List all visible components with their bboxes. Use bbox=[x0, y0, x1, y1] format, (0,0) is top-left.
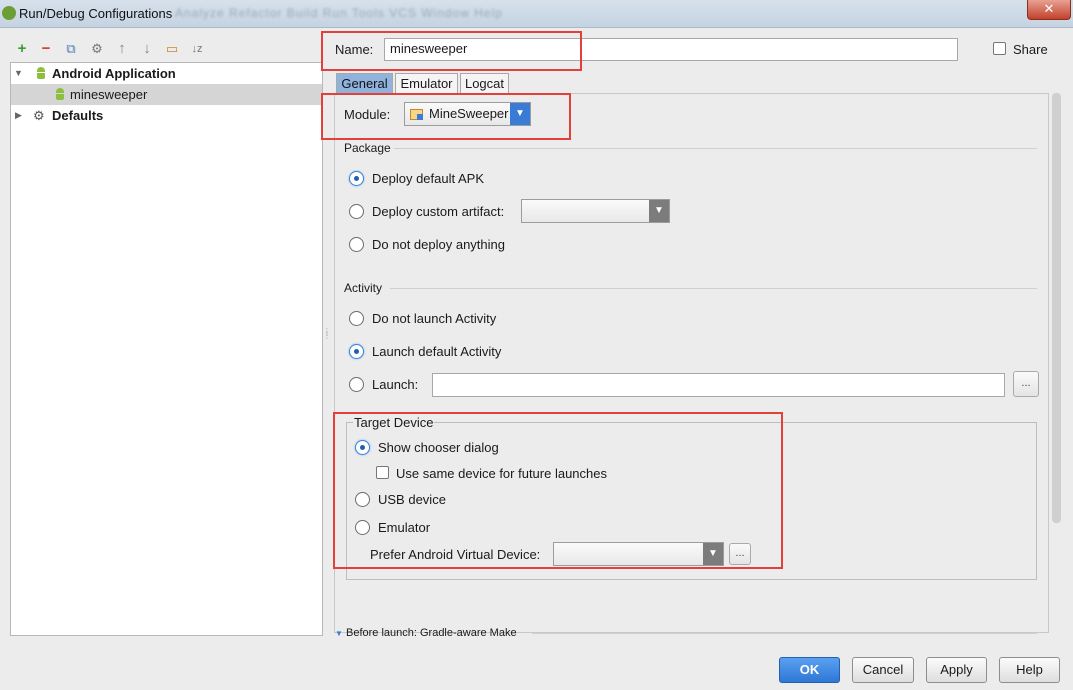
highlight-box-target-device bbox=[333, 412, 783, 569]
deploy-default-apk-radio[interactable] bbox=[349, 171, 364, 186]
artifact-dropdown[interactable]: ▼ bbox=[521, 199, 670, 223]
tree-item-label: minesweeper bbox=[70, 87, 148, 102]
tab-logcat[interactable]: Logcat bbox=[460, 73, 509, 93]
android-icon bbox=[54, 88, 66, 100]
tree-item-defaults[interactable]: ▶ ⚙ Defaults bbox=[11, 105, 322, 126]
android-icon bbox=[35, 67, 47, 79]
share-label: Share bbox=[1013, 42, 1048, 57]
apply-button[interactable]: Apply bbox=[926, 657, 987, 683]
tab-emulator[interactable]: Emulator bbox=[395, 73, 458, 93]
close-window-button[interactable]: ✕ bbox=[1027, 0, 1071, 20]
launch-default-activity-radio[interactable] bbox=[349, 344, 364, 359]
tree-item-label: Android Application bbox=[52, 66, 176, 81]
chevron-down-icon[interactable]: ▼ bbox=[649, 200, 669, 222]
ok-button[interactable]: OK bbox=[779, 657, 840, 683]
wrench-icon: ⚙ bbox=[33, 108, 45, 123]
package-section-title: Package bbox=[344, 141, 391, 155]
tree-item-android-application[interactable]: ▼ Android Application bbox=[11, 63, 322, 84]
do-not-launch-activity-label: Do not launch Activity bbox=[372, 311, 497, 326]
deploy-custom-artifact-radio[interactable] bbox=[349, 204, 364, 219]
expand-arrow-icon[interactable]: ▼ bbox=[335, 629, 343, 638]
expand-arrow-icon[interactable]: ▼ bbox=[14, 63, 23, 84]
section-divider bbox=[390, 288, 1037, 289]
launch-activity-label: Launch: bbox=[372, 377, 419, 392]
content-scrollbar[interactable] bbox=[1052, 93, 1061, 633]
copy-config-icon[interactable]: ⧉ bbox=[62, 40, 80, 58]
window-title: Run/Debug Configurations bbox=[19, 6, 173, 21]
tree-item-label: Defaults bbox=[52, 108, 104, 123]
section-divider bbox=[394, 148, 1037, 149]
remove-config-icon[interactable]: − bbox=[37, 40, 55, 58]
browse-activity-button[interactable]: ... bbox=[1013, 371, 1039, 397]
launch-default-activity-label: Launch default Activity bbox=[372, 344, 502, 359]
title-bar: Run/Debug Configurations Analyze Refacto… bbox=[0, 0, 1073, 28]
section-divider bbox=[532, 633, 1037, 634]
config-tree: ▼ Android Application minesweeper ▶ ⚙ De… bbox=[10, 62, 323, 636]
collapse-arrow-icon[interactable]: ▶ bbox=[15, 105, 22, 126]
tab-general[interactable]: General bbox=[336, 73, 393, 93]
highlight-box-module bbox=[321, 93, 571, 140]
scrollbar-thumb[interactable] bbox=[1052, 93, 1061, 523]
launch-activity-radio[interactable] bbox=[349, 377, 364, 392]
tree-item-minesweeper[interactable]: minesweeper bbox=[11, 84, 322, 105]
folder-icon[interactable]: ▭ bbox=[163, 40, 181, 58]
highlight-box-name bbox=[321, 31, 582, 71]
do-not-deploy-radio[interactable] bbox=[349, 237, 364, 252]
activity-section-title: Activity bbox=[344, 281, 383, 295]
move-up-icon[interactable]: ↑ bbox=[113, 40, 131, 58]
android-studio-icon bbox=[2, 6, 16, 20]
deploy-custom-artifact-label: Deploy custom artifact: bbox=[372, 204, 505, 219]
splitter-handle[interactable]: ⋮ ⋮ bbox=[323, 328, 331, 344]
sort-icon[interactable]: ↓z bbox=[188, 40, 206, 58]
share-checkbox[interactable] bbox=[993, 42, 1006, 55]
edit-defaults-icon[interactable]: ⚙ bbox=[88, 40, 106, 58]
deploy-default-apk-label: Deploy default APK bbox=[372, 171, 485, 186]
before-launch-section[interactable]: ▼ Before launch: Gradle-aware Make bbox=[335, 627, 517, 639]
do-not-deploy-label: Do not deploy anything bbox=[372, 237, 505, 252]
add-config-icon[interactable]: + bbox=[13, 40, 31, 58]
before-launch-label: Before launch: Gradle-aware Make bbox=[345, 627, 517, 639]
background-menu-ghost: Analyze Refactor Build Run Tools VCS Win… bbox=[175, 6, 503, 20]
launch-activity-input[interactable] bbox=[432, 373, 1005, 397]
cancel-button[interactable]: Cancel bbox=[852, 657, 914, 683]
help-button[interactable]: Help bbox=[999, 657, 1060, 683]
do-not-launch-activity-radio[interactable] bbox=[349, 311, 364, 326]
move-down-icon[interactable]: ↓ bbox=[138, 40, 156, 58]
